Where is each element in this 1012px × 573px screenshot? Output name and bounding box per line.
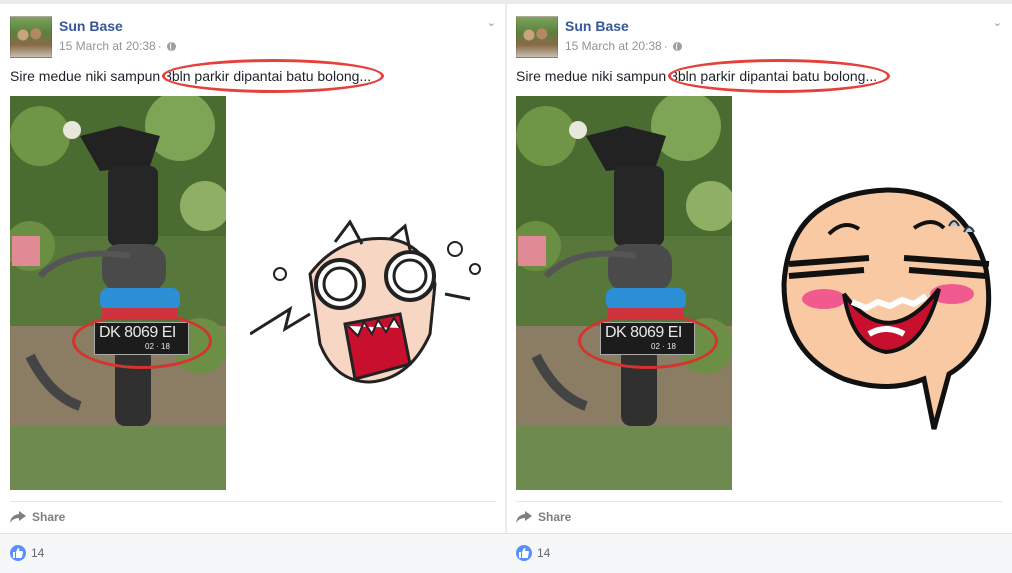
motorbike-photo [516,96,732,490]
post-meta: 15 March at 20:38 · [59,39,176,53]
chevron-down-icon[interactable]: ⌄ [993,16,1002,29]
post-card: Sun Base 15 March at 20:38 · ⌄ Sire medue… [0,4,506,573]
post-timestamp[interactable]: 15 March at 20:38 [565,39,662,53]
actions-divider [10,501,496,502]
post-timestamp[interactable]: 15 March at 20:38 [59,39,156,53]
laughing-face-sticker [774,184,1000,439]
post-photo[interactable]: DK 8069 EI 02 · 18 [10,96,226,490]
author-name[interactable]: Sun Base [565,18,629,34]
reactions-bar: 14 [0,533,506,573]
share-arrow-icon [10,511,26,523]
actions-divider [516,501,1002,502]
post-meta: 15 March at 20:38 · [565,39,682,53]
globe-icon [166,42,176,51]
globe-icon [672,42,682,51]
post-card: Sun Base 15 March at 20:38 · ⌄ Sire medue… [506,4,1012,573]
motorbike-photo [10,96,226,490]
share-label: Share [32,510,66,524]
like-count[interactable]: 14 [31,546,44,560]
text-highlight-circle [668,59,890,93]
plate-highlight-circle [72,313,212,369]
author-name[interactable]: Sun Base [59,18,123,34]
plate-highlight-circle [578,313,718,369]
shocked-face-sticker [249,214,490,394]
chevron-down-icon[interactable]: ⌄ [487,16,496,29]
like-icon[interactable] [516,545,532,561]
avatar[interactable] [10,16,52,58]
text-highlight-circle [162,59,384,93]
share-label: Share [538,510,572,524]
like-count[interactable]: 14 [537,546,550,560]
reactions-bar: 14 [506,533,1012,573]
share-arrow-icon [516,511,532,523]
share-button[interactable]: Share [516,510,571,524]
like-icon[interactable] [10,545,26,561]
post-photo[interactable]: DK 8069 EI 02 · 18 [516,96,732,490]
share-button[interactable]: Share [10,510,65,524]
avatar[interactable] [516,16,558,58]
